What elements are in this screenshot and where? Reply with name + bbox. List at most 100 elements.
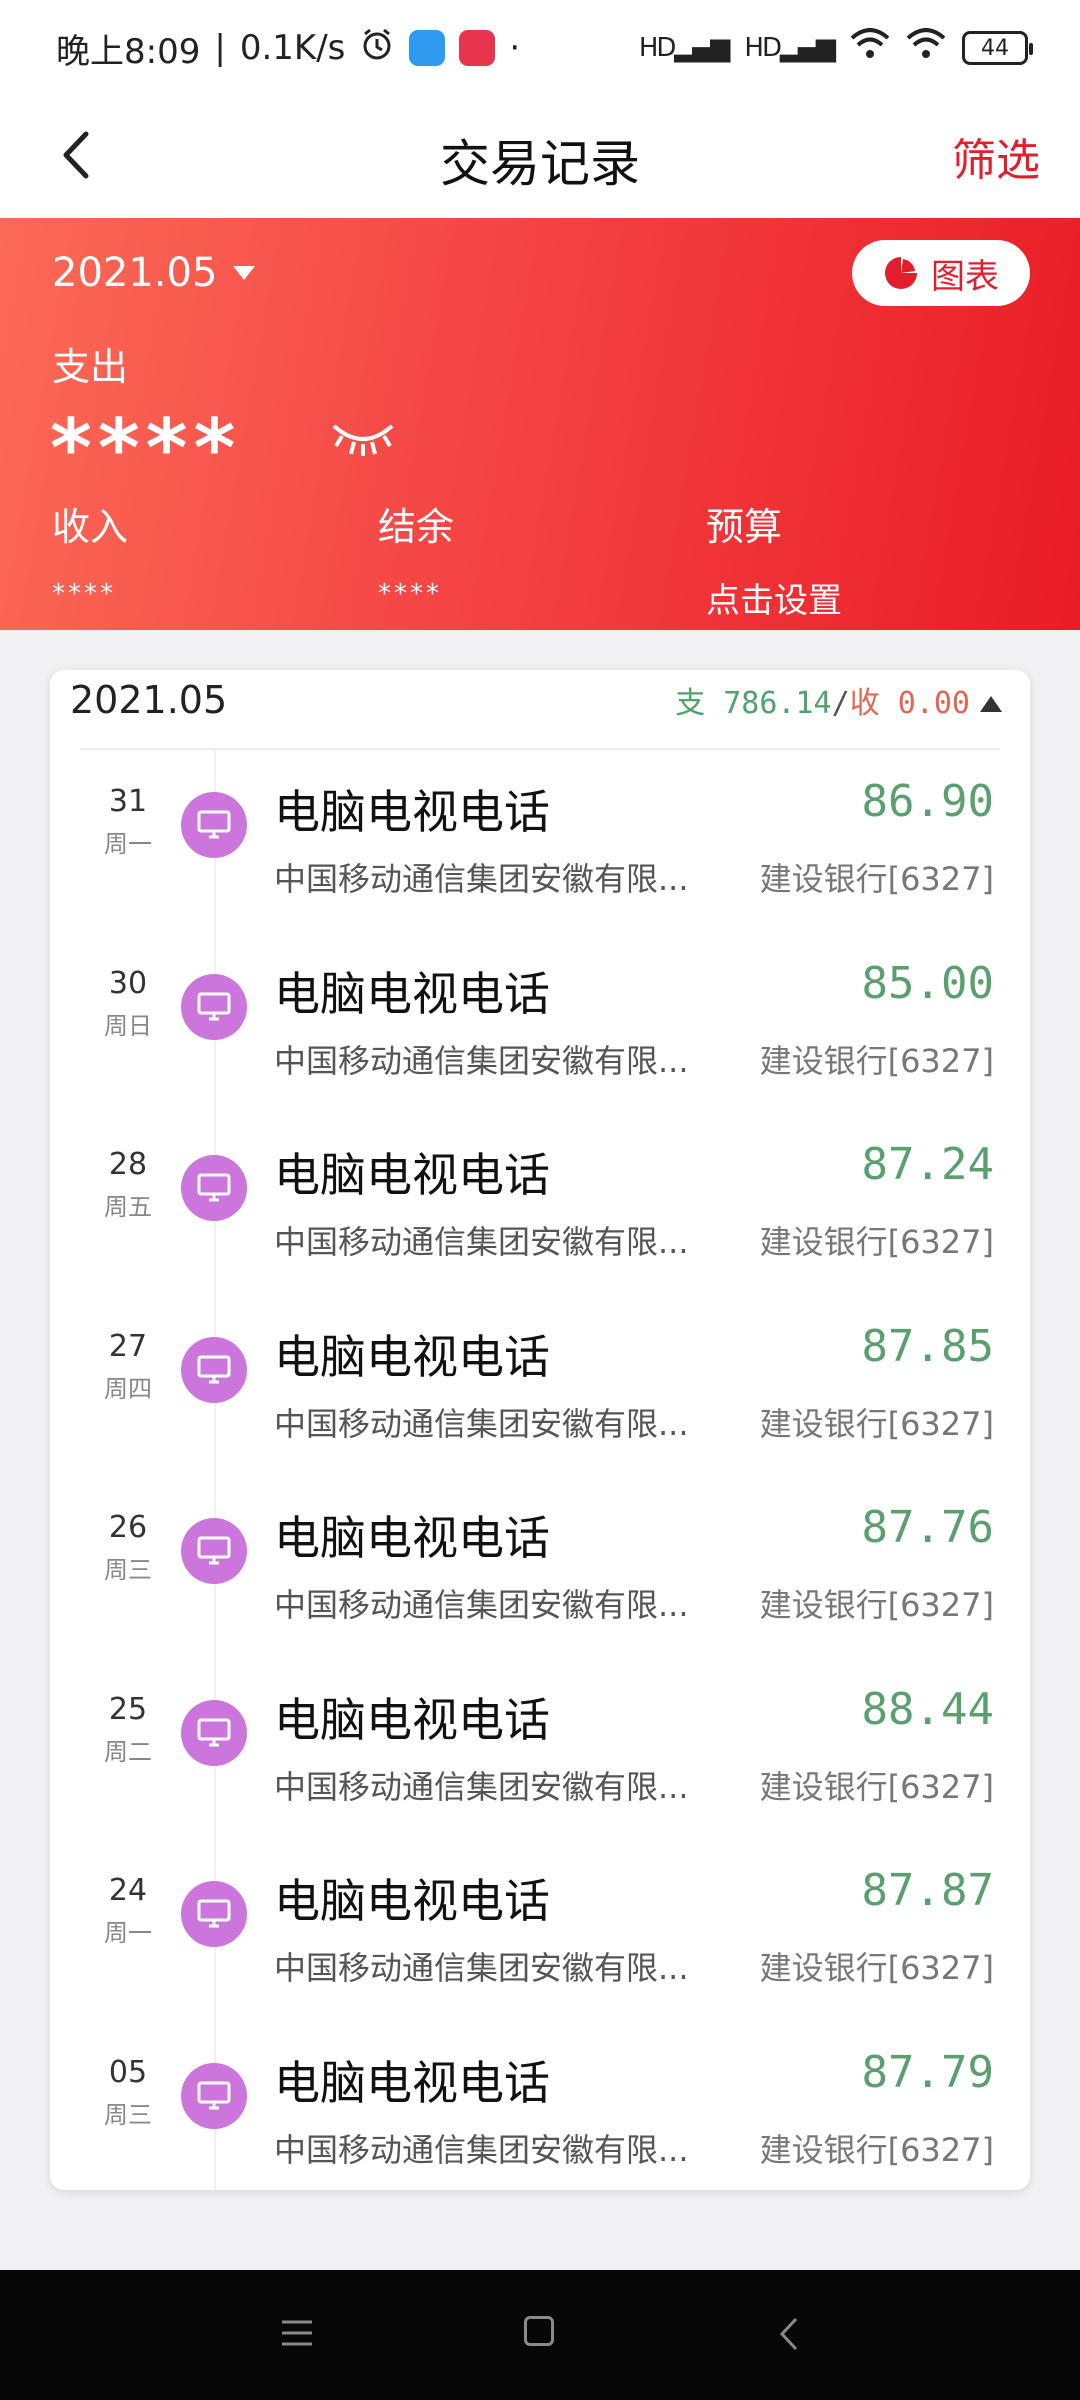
status-dot: ·: [509, 28, 521, 68]
transaction-row[interactable]: 30 周日 电脑电视电话中国移动通信集团安徽有限... 85.00 建设银行[6327]: [50, 940, 1030, 1121]
transaction-merchant: 中国移动通信集团安徽有限...: [274, 1949, 689, 1987]
transaction-amount: 87.87: [861, 1865, 994, 1916]
menu-icon[interactable]: [280, 2318, 314, 2352]
transaction-weekday: 周二: [104, 1737, 152, 1766]
chart-button-label: 图表: [931, 256, 999, 297]
page-title: 交易记录: [440, 135, 640, 193]
transaction-weekday: 周日: [104, 1011, 152, 1040]
transaction-category: 电脑电视电话: [274, 1692, 550, 1747]
caret-down-icon: [233, 266, 256, 280]
monitor-icon: [181, 973, 247, 1040]
back-nav-icon[interactable]: [778, 2316, 800, 2356]
system-nav-bar: [0, 2270, 1080, 2400]
balance-label: 结余: [378, 505, 455, 549]
transaction-amount: 87.85: [861, 1320, 994, 1372]
transaction-merchant: 中国移动通信集团安徽有限...: [274, 1041, 689, 1080]
transaction-day: 30: [108, 965, 148, 1001]
transaction-account: 建设银行[6327]: [759, 1223, 994, 1261]
summary-separator: /: [831, 686, 850, 721]
monitor-icon: [181, 1155, 247, 1221]
income-total-label: 收: [849, 686, 880, 721]
transaction-merchant: 中国移动通信集团安徽有限...: [274, 1223, 689, 1261]
home-icon[interactable]: [524, 2316, 554, 2346]
transaction-day: 25: [108, 1691, 148, 1727]
transaction-row[interactable]: 31 周一 电脑电视电话 中国移动通信集团安徽有限... 86.90 建设银行[6327]: [50, 758, 1030, 939]
transaction-category: 电脑电视电话: [274, 966, 550, 1021]
signal-icon: HD▂▄▆: [638, 33, 731, 63]
income-label: 收入: [52, 505, 129, 549]
transaction-weekday: 周一: [104, 1919, 152, 1947]
monitor-icon: [181, 1699, 247, 1766]
transaction-category: 电脑电视电话: [274, 785, 550, 839]
transaction-merchant: 中国移动通信集团安徽有限...: [274, 2130, 689, 2169]
transaction-weekday: 周三: [104, 2100, 152, 2129]
transaction-merchant: 中国移动通信集团安徽有限...: [274, 1767, 689, 1806]
transaction-day: 31: [108, 784, 148, 819]
transaction-account: 建设银行[6327]: [759, 2130, 994, 2169]
budget-set-link[interactable]: 点击设置: [706, 573, 842, 622]
transaction-merchant: 中国移动通信集团安徽有限...: [274, 1404, 689, 1443]
transaction-amount: 87.24: [861, 1139, 994, 1190]
transaction-account: 建设银行[6327]: [759, 1404, 994, 1443]
summary-header: 2021.05 图表 支出 **** 收入 **** 结余 **** 预算 点击…: [0, 218, 1080, 630]
status-divider: |: [214, 28, 226, 68]
income-value: ****: [52, 579, 116, 609]
expense-total: 786.14: [723, 686, 832, 721]
transaction-account: 建设银行[6327]: [759, 860, 994, 898]
filter-button[interactable]: 筛选: [952, 124, 1040, 188]
transaction-day: 28: [108, 1147, 148, 1182]
wifi-icon: [850, 27, 890, 69]
signal-icon-2: HD▂▄▆: [744, 33, 836, 63]
divider: [80, 748, 1000, 750]
balance-block: 结余 ****: [378, 496, 454, 609]
expense-label: 支出: [52, 345, 129, 389]
group-month: 2021.05: [70, 678, 228, 722]
balance-value: ****: [378, 579, 442, 609]
chart-button[interactable]: 图表: [852, 240, 1030, 306]
transaction-row[interactable]: 05 周三 电脑电视电话中国移动通信集团安徽有限... 87.79 建设银行[6327]: [50, 2029, 1030, 2210]
transaction-weekday: 周三: [104, 1556, 152, 1584]
transaction-category: 电脑电视电话: [274, 1148, 550, 1202]
monitor-icon: [181, 1518, 247, 1584]
monitor-icon: [181, 1336, 247, 1403]
transaction-weekday: 周四: [104, 1374, 152, 1403]
nav-bar: 交易记录 筛选: [0, 96, 1080, 218]
transaction-merchant: 中国移动通信集团安徽有限...: [274, 860, 689, 898]
transaction-category: 电脑电视电话: [274, 2055, 550, 2110]
transaction-weekday: 周五: [104, 1193, 152, 1221]
budget-block[interactable]: 预算 点击设置: [706, 496, 842, 622]
transaction-row[interactable]: 26 周三 电脑电视电话 中国移动通信集团安徽有限... 87.76 建设银行[6327]: [50, 1484, 1030, 1665]
income-block: 收入 ****: [52, 496, 128, 609]
transaction-account: 建设银行[6327]: [759, 1041, 994, 1080]
month-selector[interactable]: 2021.05: [52, 250, 256, 296]
transaction-amount: 85.00: [861, 957, 994, 1009]
transaction-amount: 86.90: [861, 776, 994, 827]
transaction-day: 05: [108, 2054, 148, 2090]
eye-closed-icon[interactable]: [328, 416, 398, 464]
transaction-account: 建设银行[6327]: [759, 1949, 994, 1987]
transaction-day: 27: [108, 1328, 148, 1364]
monitor-icon: [181, 1881, 247, 1947]
budget-label: 预算: [706, 505, 783, 549]
expense-total-label: 支: [675, 686, 706, 721]
cloud-app-icon: [409, 30, 446, 66]
transaction-category: 电脑电视电话: [274, 1329, 550, 1384]
pie-chart-icon: [885, 257, 917, 289]
transaction-amount: 88.44: [861, 1683, 994, 1735]
income-total: 0.00: [897, 686, 970, 721]
alarm-icon: [359, 26, 395, 71]
month-group-header[interactable]: 2021.05 支 786.14/收 0.00: [50, 670, 1030, 750]
transaction-row[interactable]: 28 周五 电脑电视电话中国移动通信集团安徽有限... 87.24 建设银行[6327]: [50, 1121, 1030, 1302]
status-bar: 晚上8:09 | 0.1K/s · HD▂▄▆ HD▂▄▆ 44: [0, 0, 1080, 96]
transaction-row[interactable]: 24 周一 电脑电视电话 中国移动通信集团安徽有限... 87.87 建设银行[6327]: [50, 1847, 1030, 2028]
transaction-merchant: 中国移动通信集团安徽有限...: [274, 1586, 689, 1624]
transaction-row[interactable]: 25 周二 电脑电视电话 中国移动通信集团安徽有限... 88.44 建设银行[6327]: [50, 1666, 1030, 1847]
transaction-row[interactable]: 27 周四 电脑电视电话中国移动通信集团安徽有限... 87.85 建设银行[6327]: [50, 1303, 1030, 1484]
month-selector-label: 2021.05: [52, 250, 218, 296]
transaction-account: 建设银行[6327]: [759, 1586, 994, 1624]
transaction-category: 电脑电视电话: [274, 1874, 550, 1928]
collapse-caret-icon[interactable]: [980, 696, 1002, 712]
shopping-app-icon: [459, 30, 496, 66]
monitor-icon: [181, 2062, 247, 2129]
transaction-amount: 87.79: [861, 2046, 994, 2098]
